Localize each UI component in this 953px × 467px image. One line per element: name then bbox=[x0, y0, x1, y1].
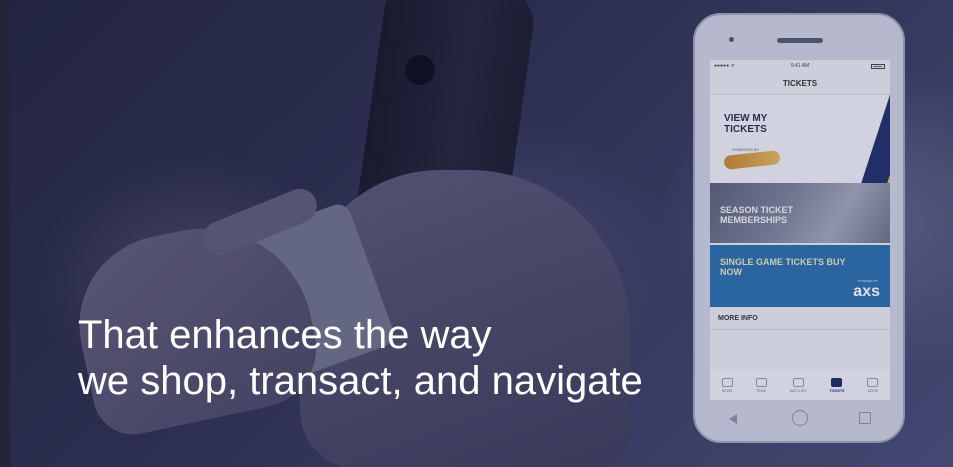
tab-tickets[interactable]: TICKETS bbox=[829, 377, 845, 393]
tab-team[interactable]: TEAM bbox=[755, 377, 767, 393]
powered-by-caption: POWERED BY bbox=[732, 147, 760, 152]
hero-banner: That enhances the way we shop, transact,… bbox=[0, 0, 953, 467]
tab-news-label: NEWS bbox=[721, 388, 733, 393]
view-my-tickets-tile[interactable]: VIEW MY TICKETS POWERED BY bbox=[710, 95, 890, 183]
headline-line-1: That enhances the way bbox=[78, 313, 492, 357]
tab-bar: NEWS TEAM MATCHES TICKETS MORE bbox=[710, 370, 890, 400]
tab-matches[interactable]: MATCHES bbox=[789, 377, 807, 393]
shirt-icon bbox=[755, 377, 767, 387]
tab-team-label: TEAM bbox=[756, 388, 766, 393]
navy-stripe bbox=[854, 95, 890, 183]
headline-line-2: we shop, transact, and navigate bbox=[78, 359, 643, 403]
phone-camera bbox=[729, 37, 734, 42]
phone-screen: ●●●●● ᯤ 9:41 AM TICKETS VIEW MY TICKETS … bbox=[710, 60, 890, 400]
headline: That enhances the way we shop, transact,… bbox=[78, 312, 643, 404]
stadium-icon bbox=[792, 377, 804, 387]
tab-more-label: MORE bbox=[867, 388, 879, 393]
season-tickets-tile[interactable]: SEASON TICKET MEMBERSHIPS bbox=[710, 183, 890, 243]
ticket-icon bbox=[831, 377, 843, 387]
carrier-signal: ●●●●● ᯤ bbox=[714, 63, 736, 69]
status-bar: ●●●●● ᯤ 9:41 AM bbox=[710, 60, 890, 72]
club-logo-icon bbox=[723, 150, 781, 170]
phone-mockup: ●●●●● ᯤ 9:41 AM TICKETS VIEW MY TICKETS … bbox=[693, 13, 905, 443]
more-info-row[interactable]: MORE INFO bbox=[710, 307, 890, 330]
more-icon bbox=[867, 377, 879, 387]
single-game-label: SINGLE GAME TICKETS BUY NOW bbox=[720, 257, 846, 277]
tab-news[interactable]: NEWS bbox=[721, 377, 733, 393]
axs-logo: axs bbox=[853, 283, 880, 300]
single-game-tickets-tile[interactable]: SINGLE GAME TICKETS BUY NOW POWERED BY a… bbox=[710, 245, 890, 307]
recent-apps-icon[interactable] bbox=[859, 412, 871, 424]
phone-speaker bbox=[777, 38, 823, 43]
tab-matches-label: MATCHES bbox=[789, 388, 807, 393]
tab-more[interactable]: MORE bbox=[867, 377, 879, 393]
left-edge-bar bbox=[0, 0, 10, 467]
season-tickets-label: SEASON TICKET MEMBERSHIPS bbox=[720, 205, 794, 225]
status-time: 9:41 AM bbox=[790, 63, 810, 69]
tab-tickets-label: TICKETS bbox=[829, 388, 845, 393]
screen-title: TICKETS bbox=[710, 72, 890, 95]
home-button-icon[interactable] bbox=[792, 410, 808, 426]
battery-icon bbox=[871, 64, 885, 69]
back-icon[interactable] bbox=[729, 414, 737, 424]
news-icon bbox=[721, 377, 733, 387]
view-my-tickets-label: VIEW MY TICKETS bbox=[724, 113, 768, 135]
